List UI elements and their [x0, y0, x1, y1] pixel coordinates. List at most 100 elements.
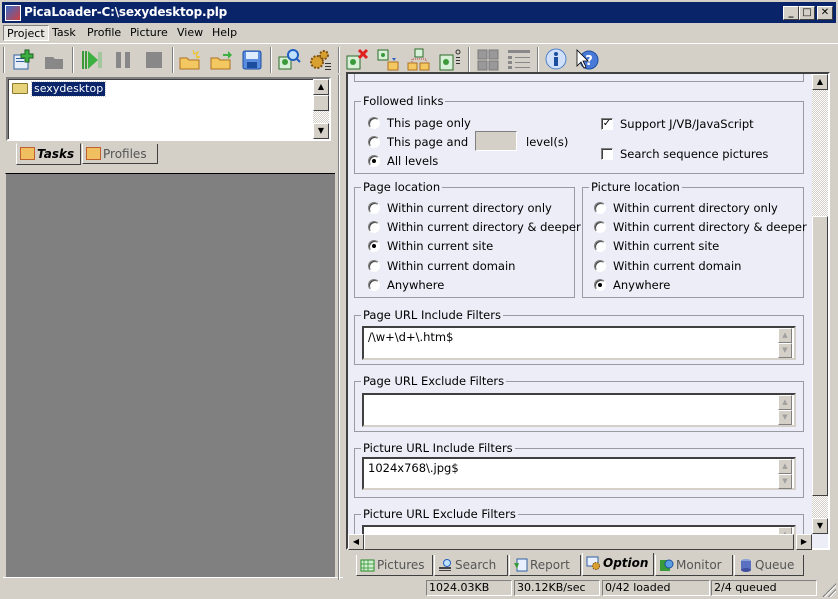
splitter[interactable]: [338, 75, 340, 580]
status-size: 1024.03KB: [426, 580, 512, 596]
tab-queue[interactable]: Queue: [734, 555, 804, 576]
thumbnail-view-icon[interactable]: [476, 48, 500, 72]
queue-icon: [741, 559, 751, 572]
scroll-right-button[interactable]: ▶: [796, 534, 812, 550]
tab-label: Search: [455, 558, 497, 572]
tab-report[interactable]: Report: [509, 555, 581, 576]
menu-profile[interactable]: Profile: [84, 25, 124, 41]
radio-button[interactable]: [368, 155, 380, 167]
menu-picture[interactable]: Picture: [127, 25, 171, 41]
scroll-thumb[interactable]: [364, 534, 794, 550]
radio-button[interactable]: [594, 202, 606, 214]
radio-label: This page only: [387, 116, 471, 130]
scroll-thumb[interactable]: [812, 216, 828, 496]
tab-option[interactable]: Option: [582, 553, 654, 576]
radio-button[interactable]: [594, 260, 606, 272]
menu-task[interactable]: Task: [49, 25, 79, 41]
radio-label: Anywhere: [387, 278, 445, 292]
picture-url-include-input[interactable]: 1024x768\.jpg$ ▲ ▼: [362, 457, 796, 490]
scroll-up-button[interactable]: ▲: [812, 74, 828, 90]
spin-down-button[interactable]: ▼: [778, 474, 792, 489]
new-task-icon[interactable]: [10, 48, 34, 72]
close-button[interactable]: ✕: [817, 6, 833, 20]
find-pictures-icon[interactable]: [277, 48, 301, 72]
spin-up-button[interactable]: ▲: [778, 395, 792, 410]
delete-picture-icon[interactable]: [345, 48, 369, 72]
details-view-icon[interactable]: [507, 48, 531, 72]
resize-grip[interactable]: [822, 583, 836, 597]
menu-view[interactable]: View: [174, 25, 206, 41]
radio-label: Within current directory & deeper: [613, 220, 807, 234]
scroll-down-button[interactable]: ▼: [812, 518, 828, 534]
scroll-left-button[interactable]: ◀: [348, 534, 364, 550]
scroll-down-button[interactable]: ▼: [313, 123, 329, 139]
status-queued: 2/4 queued: [711, 580, 817, 596]
filter-text: 1024x768\.jpg$: [368, 461, 459, 475]
new-project-icon[interactable]: [178, 48, 202, 72]
tab-monitor[interactable]: Monitor: [655, 555, 733, 576]
radio-button[interactable]: [368, 117, 380, 129]
pictures-icon: [360, 559, 375, 572]
radio-button[interactable]: [368, 240, 380, 252]
status-loaded: 0/42 loaded: [602, 580, 710, 596]
start-icon[interactable]: [80, 48, 104, 72]
menu-project[interactable]: Project: [3, 25, 49, 41]
tab-tasks[interactable]: Tasks: [16, 143, 81, 165]
page-url-exclude-input[interactable]: ▲ ▼: [362, 393, 796, 427]
menu-help[interactable]: Help: [209, 25, 240, 41]
picture-properties-icon[interactable]: [438, 48, 462, 72]
radio-button[interactable]: [368, 221, 380, 233]
tree-scrollbar[interactable]: ▲ ▼: [313, 79, 329, 139]
tab-profiles[interactable]: Profiles: [82, 144, 158, 164]
radio-button[interactable]: [368, 260, 380, 272]
radio-button[interactable]: [594, 279, 606, 291]
page-url-include-input[interactable]: /\w+\d+\.htm$ ▲ ▼: [362, 326, 796, 360]
spin-down-button[interactable]: ▼: [778, 343, 792, 358]
save-icon[interactable]: [240, 48, 264, 72]
radio-label: Anywhere: [613, 278, 671, 292]
options-horizontal-scrollbar[interactable]: ◀ ▶: [348, 534, 812, 550]
scroll-thumb[interactable]: [313, 95, 329, 111]
status-speed: 30.12KB/sec: [514, 580, 600, 596]
radio-label: Within current directory only: [387, 201, 552, 215]
radio-button[interactable]: [594, 221, 606, 233]
about-icon[interactable]: [544, 48, 568, 72]
copy-picture-icon[interactable]: [407, 48, 431, 72]
help-icon[interactable]: ?: [575, 48, 599, 72]
report-icon: [514, 558, 528, 572]
spin-up-button[interactable]: ▲: [778, 328, 792, 343]
radio-button[interactable]: [594, 240, 606, 252]
tab-label: Profiles: [103, 147, 147, 161]
options-vertical-scrollbar[interactable]: ▲ ▼: [812, 74, 828, 534]
radio-label: Within current domain: [613, 259, 742, 273]
move-picture-icon[interactable]: [376, 48, 400, 72]
stop-icon[interactable]: [142, 48, 166, 72]
task-panel: [5, 173, 335, 577]
radio-button[interactable]: [368, 279, 380, 291]
radio-button[interactable]: [368, 202, 380, 214]
checkbox-label: Search sequence pictures: [620, 147, 769, 161]
page-url-include-group: Page URL Include Filters /\w+\d+\.htm$ ▲…: [354, 308, 804, 365]
tab-pictures[interactable]: Pictures: [356, 555, 433, 576]
page-location-group: Page location Within current directory o…: [354, 180, 581, 298]
open-project-icon[interactable]: [209, 48, 233, 72]
folder-icon: [12, 83, 28, 94]
checkbox[interactable]: [601, 148, 613, 160]
minimize-button[interactable]: _: [783, 6, 799, 20]
settings-icon[interactable]: [308, 48, 332, 72]
spin-up-button[interactable]: ▲: [778, 459, 792, 474]
levels-input[interactable]: [475, 131, 517, 151]
scroll-up-button[interactable]: ▲: [313, 79, 329, 95]
spin-down-button[interactable]: ▼: [778, 410, 792, 425]
maximize-button[interactable]: □: [799, 6, 815, 20]
open-icon[interactable]: [42, 48, 66, 72]
tab-search[interactable]: Search: [434, 555, 508, 576]
radio-button[interactable]: [368, 136, 380, 148]
checkbox[interactable]: ✓: [601, 118, 613, 130]
options-pane: Followed links This page only This page …: [346, 72, 830, 550]
task-tree[interactable]: sexydesktop ▲ ▼: [6, 77, 331, 141]
radio-label: All levels: [387, 154, 439, 168]
group-legend: Page URL Include Filters: [361, 308, 503, 322]
svg-text:?: ?: [585, 54, 593, 69]
pause-icon[interactable]: [111, 48, 135, 72]
